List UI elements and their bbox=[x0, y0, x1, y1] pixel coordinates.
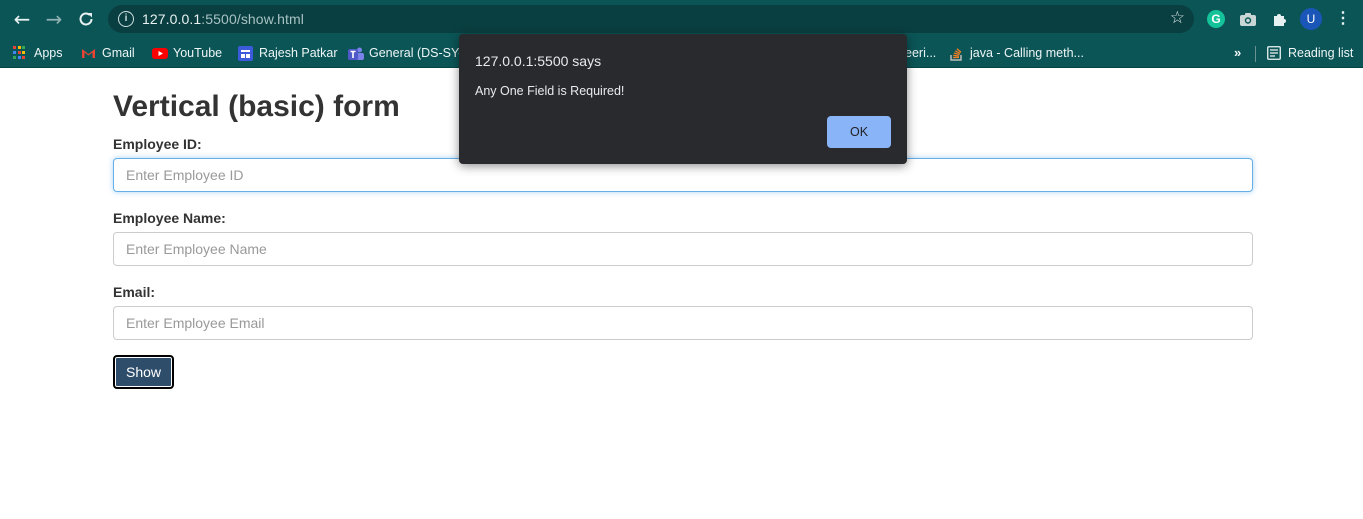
reading-list-button[interactable]: Reading list bbox=[1267, 43, 1353, 63]
employee-name-input[interactable] bbox=[113, 232, 1253, 266]
bookmark-label: Rajesh Patkar bbox=[259, 46, 338, 60]
stackoverflow-icon bbox=[949, 46, 963, 61]
browser-menu-icon[interactable]: ⋮ bbox=[1335, 9, 1351, 29]
camera-extension-icon[interactable] bbox=[1239, 10, 1257, 28]
bookmark-site-icon bbox=[238, 46, 253, 61]
bookmark-gmail[interactable]: Gmail bbox=[81, 43, 135, 63]
alert-dialog: 127.0.0.1:5500 says Any One Field is Req… bbox=[459, 34, 907, 164]
employee-name-label: Employee Name: bbox=[113, 210, 226, 226]
grammarly-icon[interactable]: G bbox=[1207, 10, 1225, 28]
bookmark-youtube[interactable]: YouTube bbox=[152, 43, 222, 63]
show-button[interactable]: Show bbox=[113, 355, 174, 389]
extensions-puzzle-icon[interactable] bbox=[1271, 10, 1289, 28]
alert-title: 127.0.0.1:5500 says bbox=[475, 53, 602, 69]
bookmark-label: YouTube bbox=[173, 46, 223, 60]
bookmark-label: General (DS-SY- bbox=[369, 46, 463, 60]
apps-grid-icon bbox=[13, 46, 27, 60]
reload-icon[interactable] bbox=[74, 7, 98, 31]
bookmarks-divider bbox=[1255, 46, 1256, 62]
youtube-icon bbox=[152, 46, 168, 60]
email-input[interactable] bbox=[113, 306, 1253, 340]
bookmark-label: Gmail bbox=[102, 46, 135, 60]
employee-id-label: Employee ID: bbox=[113, 136, 202, 152]
bookmark-label: Apps bbox=[34, 46, 63, 60]
bookmark-rajesh-patkar[interactable]: Rajesh Patkar bbox=[238, 43, 338, 63]
bookmark-general[interactable]: General (DS-SY- bbox=[348, 43, 462, 63]
address-bar[interactable]: i 127.0.0.1:5500/show.html ☆ bbox=[108, 5, 1194, 33]
site-info-icon[interactable]: i bbox=[118, 11, 134, 27]
alert-message: Any One Field is Required! bbox=[475, 84, 625, 98]
bookmarks-overflow-icon[interactable]: » bbox=[1234, 45, 1241, 60]
reading-list-label: Reading list bbox=[1288, 46, 1354, 60]
teams-icon bbox=[348, 46, 364, 60]
gmail-icon bbox=[81, 46, 95, 60]
browser-toolbar: ← → i 127.0.0.1:5500/show.html ☆ G U ⋮ bbox=[0, 0, 1363, 38]
bookmark-apps[interactable]: Apps bbox=[13, 43, 63, 63]
bookmark-java[interactable]: java - Calling meth... bbox=[949, 43, 1084, 63]
page-title: Vertical (basic) form bbox=[113, 90, 400, 123]
bookmark-hidden-partial[interactable]: eeri... bbox=[905, 43, 936, 63]
url-text: 127.0.0.1:5500/show.html bbox=[142, 11, 304, 27]
bookmark-label: java - Calling meth... bbox=[970, 46, 1084, 60]
forward-icon[interactable]: → bbox=[42, 7, 66, 31]
alert-ok-button[interactable]: OK bbox=[827, 116, 891, 148]
email-label: Email: bbox=[113, 284, 156, 300]
back-icon[interactable]: ← bbox=[10, 7, 34, 31]
bookmark-label: eeri... bbox=[905, 46, 937, 60]
bookmark-star-icon[interactable]: ☆ bbox=[1170, 8, 1185, 28]
reading-list-icon bbox=[1267, 46, 1281, 60]
profile-avatar[interactable]: U bbox=[1300, 8, 1322, 30]
